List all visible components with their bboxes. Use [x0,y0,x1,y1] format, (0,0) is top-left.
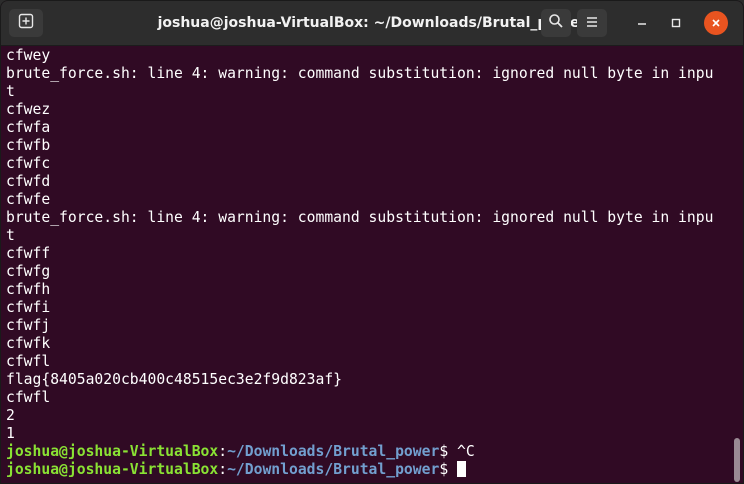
terminal-window: joshua@joshua-VirtualBox: ~/Downloads/Br… [0,0,744,484]
output-line: 2 [6,407,15,424]
prompt-command: ^C [457,443,475,460]
output-line: flag{8405a020cb400c48515ec3e2f9d823af} [6,371,343,388]
minimize-icon [636,14,648,33]
output-line: cfwff [6,245,51,262]
output-line: 1 [6,425,15,442]
output-line: cfwfc [6,155,51,172]
prompt-path: ~/Downloads/Brutal_power [227,443,440,460]
output-line: brute_force.sh: line 4: warning: command… [6,209,714,226]
prompt-user: joshua@joshua-VirtualBox [6,461,219,478]
prompt-separator: : [218,461,228,478]
new-tab-button[interactable] [9,9,43,37]
prompt-line-active[interactable]: joshua@joshua-VirtualBox:~/Downloads/Bru… [6,461,730,479]
menu-button[interactable] [577,9,607,37]
prompt-line: joshua@joshua-VirtualBox:~/Downloads/Bru… [6,443,730,461]
output-line: cfwfl [6,389,51,406]
hamburger-menu-icon [585,14,599,33]
new-tab-icon [18,13,34,33]
close-icon [710,14,722,33]
prompt-path: ~/Downloads/Brutal_power [227,461,440,478]
prompt-separator: : [218,443,228,460]
output-line: cfwey [6,47,51,64]
prompt-symbol: $ [439,443,457,460]
text-cursor [457,461,466,477]
prompt-user: joshua@joshua-VirtualBox [6,443,219,460]
terminal-output[interactable]: cfwey brute_force.sh: line 4: warning: co… [1,46,730,483]
output-line: cfwfl [6,353,51,370]
output-line: cfwfk [6,335,51,352]
search-icon [548,13,564,33]
maximize-icon [670,14,682,33]
output-line: cfwfe [6,191,51,208]
output-line: cfwfi [6,299,51,316]
prompt-symbol: $ [439,461,457,478]
output-line: cfwfh [6,281,51,298]
output-line: cfwfa [6,119,51,136]
title-bar[interactable]: joshua@joshua-VirtualBox: ~/Downloads/Br… [1,1,743,46]
close-button[interactable] [704,11,728,35]
maximize-button[interactable] [664,11,688,35]
output-line: cfwfd [6,173,51,190]
output-line: t [6,83,15,100]
output-line: cfwfb [6,137,51,154]
output-line: brute_force.sh: line 4: warning: command… [6,65,714,82]
output-lines: cfwey brute_force.sh: line 4: warning: co… [6,47,730,443]
minimize-button[interactable] [630,11,654,35]
output-line: cfwfg [6,263,51,280]
scrollbar-thumb[interactable] [734,438,740,482]
scrollbar[interactable] [732,46,740,483]
output-line: cfwez [6,101,51,118]
output-line: cfwfj [6,317,51,334]
search-button[interactable] [541,9,571,37]
output-line: t [6,227,15,244]
